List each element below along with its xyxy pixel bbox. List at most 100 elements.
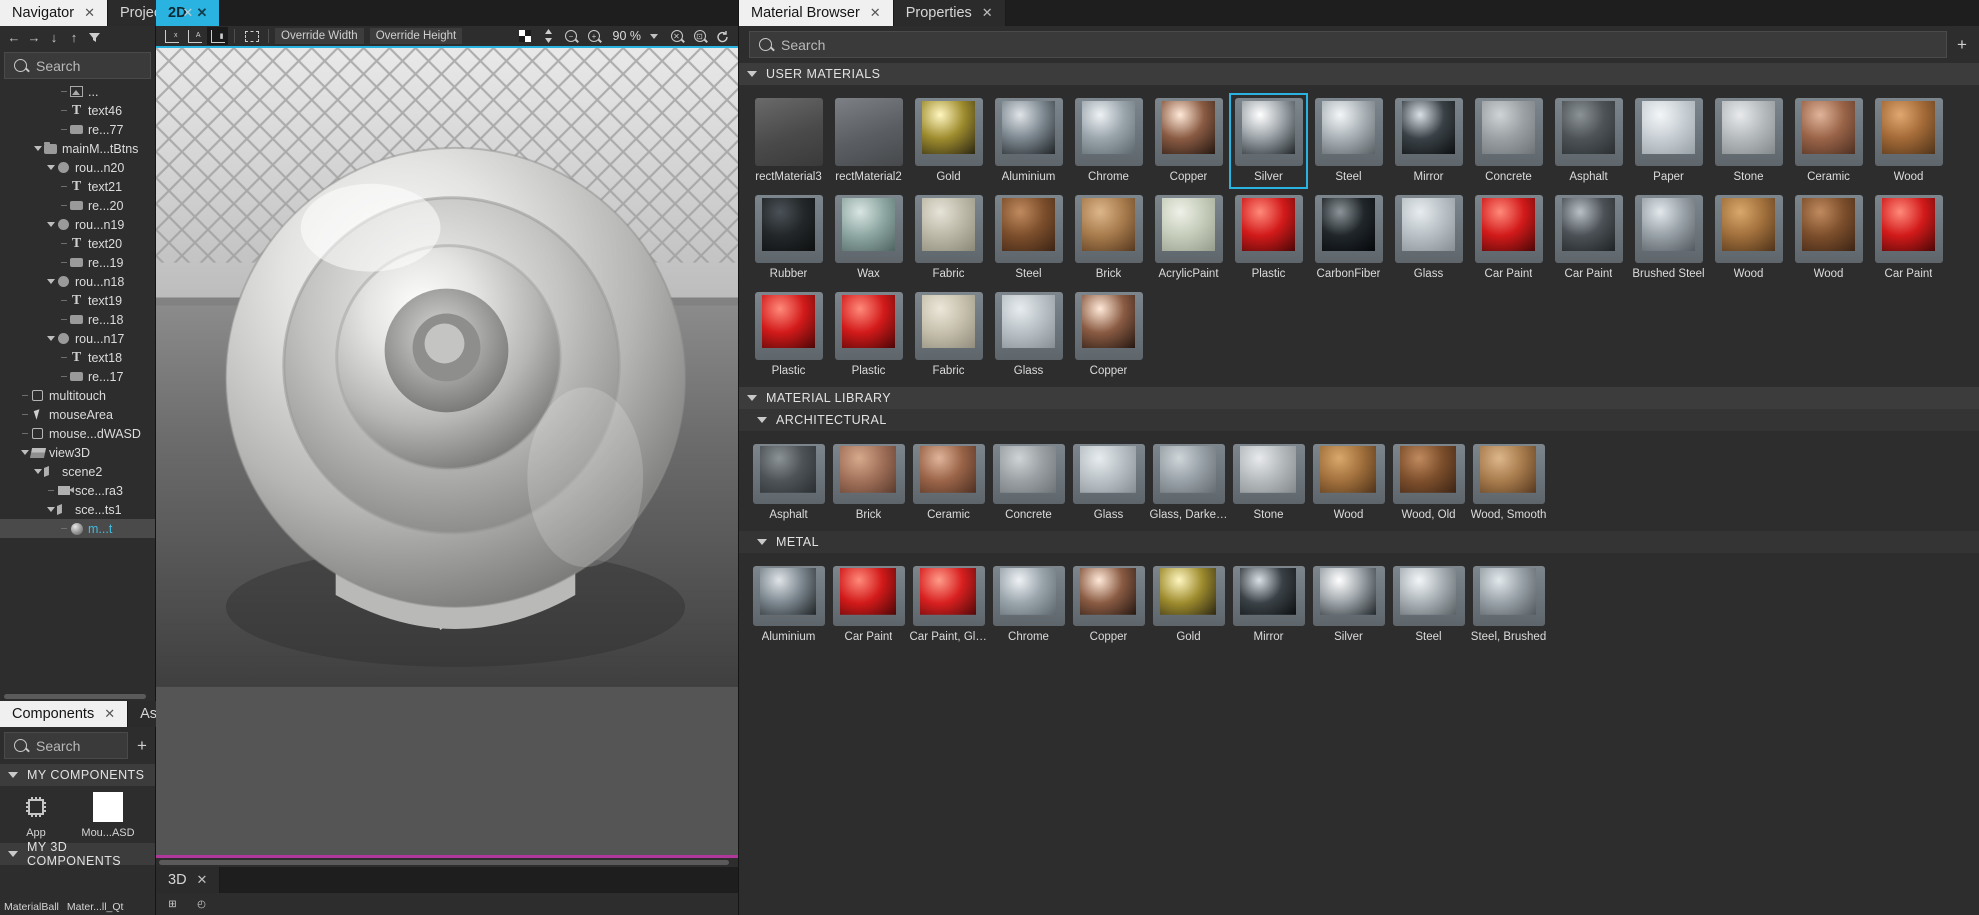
back-arrow-icon[interactable]: ← — [4, 27, 24, 47]
material-item[interactable]: Plastic — [829, 287, 908, 383]
material-item[interactable]: Glass — [989, 287, 1068, 383]
tree-item-mainm-tbtns[interactable]: mainM...tBtns — [0, 139, 155, 158]
tab-properties[interactable]: Properties ✕ — [894, 0, 1006, 26]
material-item[interactable]: Steel, Brushed — [1469, 561, 1548, 649]
zoom-out-small-icon[interactable]: − — [561, 27, 582, 45]
chevron-down-icon[interactable] — [45, 222, 56, 227]
tree-item--[interactable]: ... — [0, 82, 155, 101]
tree-item-mousearea[interactable]: mouseArea — [0, 405, 155, 424]
chevron-down-icon[interactable] — [45, 165, 56, 170]
material-item[interactable]: Ceramic — [909, 439, 988, 527]
tree-item-sce-ra3[interactable]: sce...ra3 — [0, 481, 155, 500]
material-item[interactable]: Chrome — [1069, 93, 1148, 189]
material-item[interactable]: Plastic — [1229, 190, 1308, 286]
tree-item-sce-ts1[interactable]: sce...ts1 — [0, 500, 155, 519]
close-icon[interactable]: ✕ — [182, 5, 193, 21]
material-item[interactable]: Paper — [1629, 93, 1708, 189]
material-item[interactable]: Car Paint — [1869, 190, 1948, 286]
zoom-in-small-icon[interactable]: + — [584, 27, 605, 45]
material-item[interactable]: Fabric — [909, 190, 988, 286]
section-header-user-materials[interactable]: USER MATERIALS — [739, 63, 1979, 85]
move-down-icon[interactable]: ↓ — [44, 27, 64, 47]
tree-item-scene2[interactable]: scene2 — [0, 462, 155, 481]
2d-viewport[interactable] — [156, 48, 738, 855]
section-header-architectural[interactable]: ARCHITECTURAL — [739, 409, 1979, 431]
tab-components[interactable]: Components ✕ — [0, 701, 128, 727]
anchor-x-icon[interactable]: x — [161, 27, 182, 45]
material-item[interactable]: Concrete — [1469, 93, 1548, 189]
material-item[interactable]: Rubber — [749, 190, 828, 286]
close-icon[interactable]: ✕ — [870, 5, 881, 21]
material-item[interactable]: Silver — [1309, 561, 1388, 649]
material-item[interactable]: Car Paint — [829, 561, 908, 649]
tree-item-rou-n20[interactable]: rou...n20 — [0, 158, 155, 177]
zoom-reset-icon[interactable]: ✕ — [666, 27, 687, 45]
tree-item-re-20[interactable]: re...20 — [0, 196, 155, 215]
material-item[interactable]: Brick — [829, 439, 908, 527]
component-item[interactable]: Mou...ASD — [82, 792, 134, 839]
close-icon[interactable]: ✕ — [84, 5, 95, 21]
material-item[interactable]: Gold — [909, 93, 988, 189]
material-item[interactable]: Wood — [1789, 190, 1868, 286]
override-height-field[interactable]: Override Height — [370, 28, 463, 44]
material-item[interactable]: AcrylicPaint — [1149, 190, 1228, 286]
tab-3d[interactable]: 3D ✕ — [156, 867, 220, 893]
zoom-fit-icon[interactable]: ⊡ — [689, 27, 710, 45]
material-item[interactable]: Wood — [1709, 190, 1788, 286]
checker-icon[interactable] — [515, 27, 536, 45]
scrollbar-thumb[interactable] — [159, 860, 729, 865]
close-icon[interactable]: ✕ — [197, 872, 208, 888]
tree-item-text20[interactable]: Ttext20 — [0, 234, 155, 253]
material-item[interactable]: Ceramic — [1789, 93, 1868, 189]
viewport-horizontal-scrollbar[interactable] — [156, 858, 738, 867]
close-icon[interactable]: ✕ — [197, 5, 208, 21]
component-item[interactable]: App — [10, 792, 62, 839]
material-item[interactable]: Stone — [1229, 439, 1308, 527]
material-item[interactable]: Silver — [1229, 93, 1308, 189]
tree-item-text18[interactable]: Ttext18 — [0, 348, 155, 367]
filter-icon[interactable] — [84, 27, 104, 47]
reset-icon[interactable] — [712, 27, 733, 45]
material-item[interactable]: Asphalt — [1549, 93, 1628, 189]
bottom-tool-icon[interactable]: ⊞ — [162, 895, 183, 913]
chevron-down-icon[interactable] — [19, 450, 30, 455]
material-item[interactable]: Wood — [1869, 93, 1948, 189]
bottom-clock-icon[interactable]: ◴ — [191, 895, 212, 913]
material-item[interactable]: Fabric — [909, 287, 988, 383]
component-label[interactable]: Mater...ll_Qt — [67, 901, 124, 913]
material-item[interactable]: Wood — [1309, 439, 1388, 527]
tree-item-re-18[interactable]: re...18 — [0, 310, 155, 329]
tree-item-rou-n17[interactable]: rou...n17 — [0, 329, 155, 348]
material-item[interactable]: Brick — [1069, 190, 1148, 286]
section-my-3d-components[interactable]: MY 3D COMPONENTS — [0, 843, 155, 865]
material-item[interactable]: Wood, Smooth — [1469, 439, 1548, 527]
tree-item-mouse-dwasd[interactable]: mouse...dWASD — [0, 424, 155, 443]
material-item[interactable]: rectMaterial2 — [829, 93, 908, 189]
material-item[interactable]: Car Paint — [1469, 190, 1548, 286]
navigator-search-box[interactable]: Search — [4, 52, 151, 79]
chevron-down-icon[interactable] — [45, 507, 56, 512]
chevron-down-icon[interactable] — [45, 279, 56, 284]
material-item[interactable]: rectMaterial3 — [749, 93, 828, 189]
material-item[interactable]: Car Paint — [1549, 190, 1628, 286]
material-item[interactable]: Chrome — [989, 561, 1068, 649]
material-item[interactable]: Glass, Darkened — [1149, 439, 1228, 527]
tree-item-text21[interactable]: Ttext21 — [0, 177, 155, 196]
tree-item-m-t[interactable]: m...t — [0, 519, 155, 538]
material-item[interactable]: Aluminium — [989, 93, 1068, 189]
material-item[interactable]: Asphalt — [749, 439, 828, 527]
material-item[interactable]: Brushed Steel — [1629, 190, 1708, 286]
material-item[interactable]: Steel — [1309, 93, 1388, 189]
anchor-fill-icon[interactable]: ▮ — [207, 27, 228, 45]
tab-material-browser[interactable]: Material Browser ✕ — [739, 0, 894, 26]
material-item[interactable]: Concrete — [989, 439, 1068, 527]
navigator-tree[interactable]: ...Ttext46re...77mainM...tBtnsrou...n20T… — [0, 82, 155, 692]
tree-item-re-19[interactable]: re...19 — [0, 253, 155, 272]
tree-item-rou-n18[interactable]: rou...n18 — [0, 272, 155, 291]
material-browser-body[interactable]: USER MATERIALS rectMaterial3rectMaterial2… — [739, 63, 1979, 915]
tree-item-re-77[interactable]: re...77 — [0, 120, 155, 139]
material-item[interactable]: Copper — [1069, 561, 1148, 649]
stepper-icon[interactable] — [538, 27, 559, 45]
material-item[interactable]: Aluminium — [749, 561, 828, 649]
chevron-down-icon[interactable] — [32, 146, 43, 151]
